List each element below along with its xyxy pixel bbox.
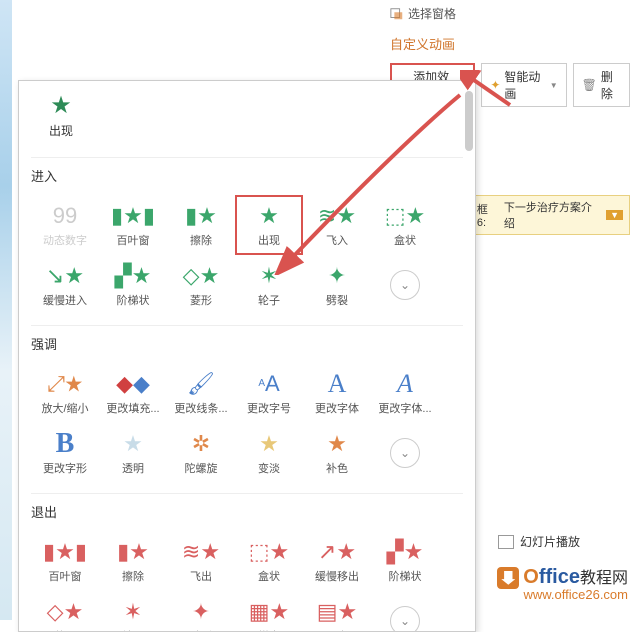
item-text: 下一步治疗方案介绍 xyxy=(504,199,602,231)
effect-cell[interactable]: ⤢★放大/缩小 xyxy=(31,363,99,423)
section-enter: 进入 xyxy=(31,166,463,185)
effect-cell[interactable]: ⬚★盒状 xyxy=(235,531,303,591)
smart-anim-label: 智能动画 xyxy=(504,68,545,102)
chevron-down-icon: ⌄ xyxy=(390,438,420,468)
chevron-down-icon[interactable]: ▼ xyxy=(606,210,623,220)
watermark: Office教程网 www.office26.com xyxy=(497,564,628,602)
effect-cell[interactable]: ◇★菱形 xyxy=(167,255,235,315)
section-exit: 退出 xyxy=(31,502,463,521)
select-pane-label: 选择窗格 xyxy=(408,5,456,22)
logo-icon xyxy=(497,567,519,589)
enter-grid: 99动态数字 ▮★▮百叶窗 ▮★擦除 ★出现 ≋★飞入 ⬚★盒状 ↘★缓慢进入 … xyxy=(31,195,463,315)
effects-popup: ★ 出现 进入 99动态数字 ▮★▮百叶窗 ▮★擦除 ★出现 ≋★飞入 ⬚★盒状… xyxy=(18,80,476,632)
delete-button[interactable]: 🗑 删除 xyxy=(573,63,630,107)
custom-animation-title: 自定义动画 xyxy=(390,34,630,53)
effect-cell[interactable]: AA更改字号 xyxy=(235,363,303,423)
effect-cell[interactable]: ▮★擦除 xyxy=(167,195,235,255)
select-pane-icon xyxy=(390,7,404,21)
effect-cell[interactable]: B更改字形 xyxy=(31,423,99,483)
effect-cell[interactable]: ↗★缓慢移出 xyxy=(303,531,371,591)
effect-cell[interactable]: ✶轮子 xyxy=(99,591,167,632)
effect-cell[interactable]: ✦劈裂 xyxy=(303,255,371,315)
slideshow-label: 幻灯片播放 xyxy=(520,533,580,550)
chevron-down-icon: ⌄ xyxy=(390,606,420,632)
effect-cell-appear[interactable]: ★出现 xyxy=(235,195,303,255)
effect-cell[interactable]: ▞★阶梯状 xyxy=(371,531,439,591)
effect-cell[interactable]: ⬚★盒状 xyxy=(371,195,439,255)
star-icon: ★ xyxy=(31,91,91,120)
effect-cell[interactable]: ≋★飞出 xyxy=(167,531,235,591)
effect-cell[interactable]: A更改字体... xyxy=(371,363,439,423)
effect-cell[interactable]: ▮★擦除 xyxy=(99,531,167,591)
effect-cell[interactable]: ◇★菱形 xyxy=(31,591,99,632)
emphasis-grid: ⤢★放大/缩小 ◆◆更改填充... 🖌更改线条... AA更改字号 A更改字体 … xyxy=(31,363,463,483)
recent-effect[interactable]: ★ 出现 xyxy=(31,91,91,139)
scroll-thumb[interactable] xyxy=(465,91,473,151)
chevron-down-icon: ⌄ xyxy=(390,270,420,300)
effect-cell[interactable]: ▮★▮百叶窗 xyxy=(99,195,167,255)
scrollbar[interactable] xyxy=(465,91,473,614)
delete-label: 删除 xyxy=(601,68,621,102)
section-emphasis: 强调 xyxy=(31,334,463,353)
slideshow-button[interactable]: 幻灯片播放 xyxy=(498,533,580,550)
watermark-url: www.office26.com xyxy=(497,587,628,602)
effect-cell[interactable]: ▮★▮百叶窗 xyxy=(31,531,99,591)
more-button[interactable]: ⌄ xyxy=(371,255,439,315)
exit-grid: ▮★▮百叶窗 ▮★擦除 ≋★飞出 ⬚★盒状 ↗★缓慢移出 ▞★阶梯状 ◇★菱形 … xyxy=(31,531,463,632)
effect-cell[interactable]: ★补色 xyxy=(303,423,371,483)
effect-cell[interactable]: ↘★缓慢进入 xyxy=(31,255,99,315)
effect-cell[interactable]: ✶轮子 xyxy=(235,255,303,315)
chevron-down-icon: ▼ xyxy=(550,81,558,90)
effect-cell[interactable]: ▞★阶梯状 xyxy=(99,255,167,315)
effect-cell[interactable]: ▤★切出 xyxy=(303,591,371,632)
effect-cell[interactable]: ▦★棋盘 xyxy=(235,591,303,632)
slideshow-icon xyxy=(498,535,514,549)
animation-list-item[interactable]: ★ 框 6: 下一步治疗方案介绍 ▼ xyxy=(456,195,630,235)
more-button[interactable]: ⌄ xyxy=(371,591,439,632)
recent-label: 出现 xyxy=(31,122,91,139)
effect-cell[interactable]: 🖌更改线条... xyxy=(167,363,235,423)
effect-cell[interactable]: A更改字体 xyxy=(303,363,371,423)
select-pane-link[interactable]: 选择窗格 xyxy=(390,5,630,22)
effect-cell[interactable]: ★变淡 xyxy=(235,423,303,483)
smart-animation-button[interactable]: ✦ 智能动画 ▼ xyxy=(481,63,566,107)
effect-cell[interactable]: ◆◆更改填充... xyxy=(99,363,167,423)
effect-cell[interactable]: 99动态数字 xyxy=(31,195,99,255)
effect-cell[interactable]: ✦劈裂 xyxy=(167,591,235,632)
more-button[interactable]: ⌄ xyxy=(371,423,439,483)
effect-cell[interactable]: ✲陀螺旋 xyxy=(167,423,235,483)
effect-cell[interactable]: ≋★飞入 xyxy=(303,195,371,255)
effect-cell[interactable]: ★透明 xyxy=(99,423,167,483)
item-prefix: 框 6: xyxy=(477,201,500,229)
